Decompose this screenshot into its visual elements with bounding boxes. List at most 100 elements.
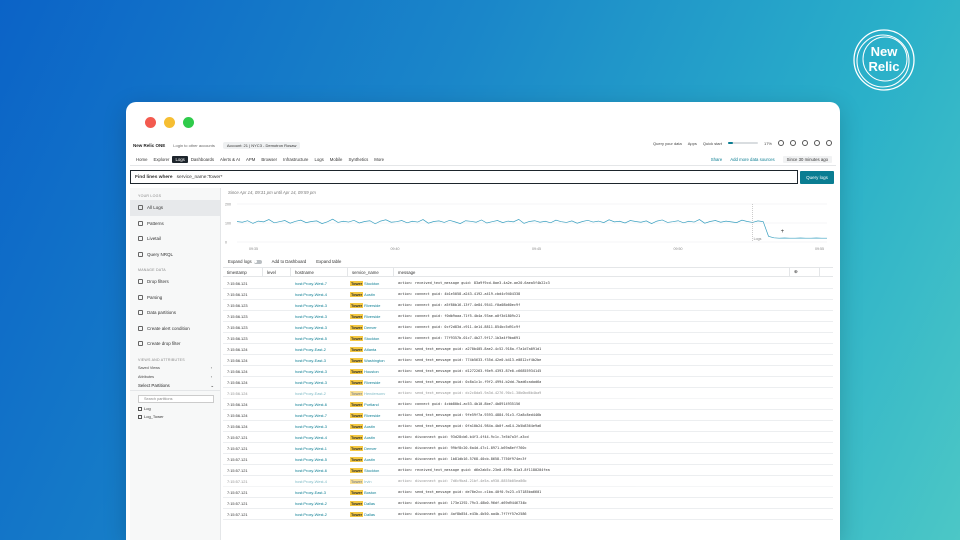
nav-item-alerts-ai[interactable]: Alerts & AI (217, 156, 243, 163)
table-row[interactable]: 7:15:57.121 host:Proxy-West-2 Tower Dallas a… (223, 509, 833, 520)
table-row[interactable]: 7:15:57.121 host:Proxy-West-4 Tower Irvin ac… (223, 476, 833, 487)
query-input[interactable]: Find lines where service_name:Tower* (130, 170, 798, 184)
checkbox-icon[interactable] (138, 406, 142, 411)
cell-hostname[interactable]: host:Proxy-East-2 (291, 347, 348, 352)
cell-hostname[interactable]: host:Proxy-West-5 (291, 336, 348, 341)
add-column-button[interactable]: ⊕ (790, 268, 820, 276)
table-row[interactable]: 7:15:56.124 host:Proxy-West-3 Tower Austin a… (223, 421, 833, 432)
cell-hostname[interactable]: host:Proxy-West-3 (291, 369, 348, 374)
table-row[interactable]: 7:15:56.124 host:Proxy-West-3 Tower Houston… (223, 366, 833, 377)
login-other-accounts[interactable]: Login to other accounts (173, 143, 215, 148)
table-row[interactable]: 7:15:56.123 host:Proxy-West-3 Tower Riversi… (223, 311, 833, 322)
cell-hostname[interactable]: host:Proxy-West-3 (291, 325, 348, 330)
column-header-hostname[interactable]: hostname (291, 268, 348, 276)
nav-item-logs[interactable]: Logs (311, 156, 326, 163)
share-button[interactable]: Share (711, 157, 722, 162)
query-value[interactable]: service_name:Tower* (177, 175, 223, 180)
table-row[interactable]: 7:15:56.124 host:Proxy-West-7 Tower Riversi… (223, 410, 833, 421)
table-row[interactable]: 7:15:56.124 host:Proxy-East-2 Tower Atlanta… (223, 344, 833, 355)
query-logs-button[interactable]: Query logs (800, 171, 834, 184)
attributes-row[interactable]: Attributes › (130, 373, 220, 382)
sidebar-item-all-logs[interactable]: All Logs (130, 200, 220, 216)
sidebar-item-livetail[interactable]: Livetail (130, 231, 220, 247)
nav-item-more[interactable]: More (371, 156, 387, 163)
sidebar-item-query-nrql[interactable]: Query NRQL (130, 247, 220, 263)
cell-hostname[interactable]: host:Proxy-West-4 (291, 292, 348, 297)
table-row[interactable]: 7:15:57.121 host:Proxy-East-3 Tower Boston a… (223, 487, 833, 498)
table-row[interactable]: 7:15:57.121 host:Proxy-West-6 Tower Stockto… (223, 465, 833, 476)
cell-hostname[interactable]: host:Proxy-West-4 (291, 435, 348, 440)
cell-hostname[interactable]: host:Proxy-West-3 (291, 380, 348, 385)
table-row[interactable]: 7:15:56.123 host:Proxy-West-3 Tower Riversi… (223, 300, 833, 311)
column-header-message[interactable]: message (394, 268, 790, 276)
expand-logs-toggle[interactable]: Expand logs (228, 259, 262, 264)
nav-item-apm[interactable]: APM (243, 156, 258, 163)
app-name[interactable]: New Relic ONE (133, 143, 165, 148)
add-to-dashboard-button[interactable]: Add to Dashboard (272, 259, 307, 264)
search-icon[interactable] (778, 140, 784, 146)
notifications-icon[interactable] (814, 140, 820, 146)
close-window-button[interactable] (145, 117, 156, 128)
table-row[interactable]: 7:15:56.124 host:Proxy-West-3 Tower Riversi… (223, 377, 833, 388)
cell-hostname[interactable]: host:Proxy-West-3 (291, 314, 348, 319)
cell-hostname[interactable]: host:Proxy-East-3 (291, 490, 348, 495)
quick-start-label[interactable]: Quick start (703, 141, 722, 146)
table-row[interactable]: 7:15:57.121 host:Proxy-West-1 Tower Denver a… (223, 443, 833, 454)
nav-item-logs[interactable]: Logs (172, 156, 188, 163)
cell-hostname[interactable]: host:Proxy-East-3 (291, 358, 348, 363)
account-selector[interactable]: Account: 21 | NYC3 - Demotron Rosaw (222, 141, 301, 149)
nav-item-dashboards[interactable]: Dashboards (188, 156, 217, 163)
maximize-window-button[interactable] (183, 117, 194, 128)
plus-icon[interactable]: ⊕ (794, 269, 798, 275)
apps-button[interactable]: Apps (688, 141, 697, 146)
cell-hostname[interactable]: host:Proxy-West-3 (291, 303, 348, 308)
partition-checkbox-log-tower[interactable]: Log_Tower (130, 413, 220, 421)
saved-views-row[interactable]: Saved Views › (130, 364, 220, 373)
cell-hostname[interactable]: host:Proxy-West-2 (291, 501, 348, 506)
table-row[interactable]: 7:15:56.124 host:Proxy-East-2 Tower Henders… (223, 388, 833, 399)
sidebar-item-patterns[interactable]: Patterns (130, 216, 220, 232)
table-row[interactable]: 7:15:56.123 host:Proxy-West-3 Tower Denver a… (223, 322, 833, 333)
query-your-data-button[interactable]: Query your data (653, 141, 682, 146)
help-icon[interactable] (790, 140, 796, 146)
sidebar-item-parsing[interactable]: Parsing (130, 290, 220, 306)
table-row[interactable]: 7:15:57.121 host:Proxy-West-2 Tower Dallas a… (223, 498, 833, 509)
cell-hostname[interactable]: host:Proxy-West-1 (291, 446, 348, 451)
table-row[interactable]: 7:15:56.121 host:Proxy-West-4 Tower Austin a… (223, 289, 833, 300)
nav-item-browser[interactable]: Browser (258, 156, 280, 163)
avatar[interactable] (826, 140, 832, 146)
table-row[interactable]: 7:15:56.121 host:Proxy-West-7 Tower Stockto… (223, 278, 833, 289)
sidebar-item-drop-filters[interactable]: Drop filters (130, 274, 220, 290)
cell-hostname[interactable]: host:Proxy-West-2 (291, 512, 348, 517)
expand-table-button[interactable]: Expand table (316, 259, 341, 264)
cell-hostname[interactable]: host:Proxy-West-6 (291, 468, 348, 473)
partition-checkbox-log[interactable]: Log (130, 405, 220, 413)
sidebar-item-create-alert-condition[interactable]: Create alert condition (130, 321, 220, 337)
sidebar-item-data-partitions[interactable]: Data partitions (130, 305, 220, 321)
settings-icon[interactable] (802, 140, 808, 146)
table-row[interactable]: 7:15:57.121 host:Proxy-West-5 Tower Austin a… (223, 454, 833, 465)
column-header-level[interactable]: level (263, 268, 291, 276)
select-partitions-row[interactable]: Select Partitions ⌄ (130, 382, 220, 391)
cell-hostname[interactable]: host:Proxy-West-5 (291, 457, 348, 462)
nav-item-mobile[interactable]: Mobile (327, 156, 346, 163)
cell-hostname[interactable]: host:Proxy-West-3 (291, 424, 348, 429)
cell-hostname[interactable]: host:Proxy-West-7 (291, 413, 348, 418)
nav-item-explorer[interactable]: Explorer (150, 156, 172, 163)
table-row[interactable]: 7:15:56.123 host:Proxy-West-5 Tower Stockto… (223, 333, 833, 344)
nav-item-synthetics[interactable]: Synthetics (345, 156, 371, 163)
column-header-service-name[interactable]: service_name (348, 268, 394, 276)
partition-search-input[interactable]: Search partitions (138, 394, 214, 403)
cell-hostname[interactable]: host:Proxy-West-7 (291, 281, 348, 286)
cell-hostname[interactable]: host:Proxy-East-2 (291, 391, 348, 396)
minimize-window-button[interactable] (164, 117, 175, 128)
cell-hostname[interactable]: host:Proxy-West-4 (291, 479, 348, 484)
nav-item-home[interactable]: Home (133, 156, 150, 163)
checkbox-icon[interactable] (138, 414, 142, 419)
cell-hostname[interactable]: host:Proxy-West-6 (291, 402, 348, 407)
table-row[interactable]: 7:15:56.124 host:Proxy-East-3 Tower Washing… (223, 355, 833, 366)
sidebar-item-create-drop-filter[interactable]: Create drop filter (130, 336, 220, 352)
add-data-sources-button[interactable]: Add more data sources (730, 157, 774, 162)
nav-item-infrastructure[interactable]: Infrastructure (280, 156, 311, 163)
table-row[interactable]: 7:15:57.121 host:Proxy-West-4 Tower Austin a… (223, 432, 833, 443)
